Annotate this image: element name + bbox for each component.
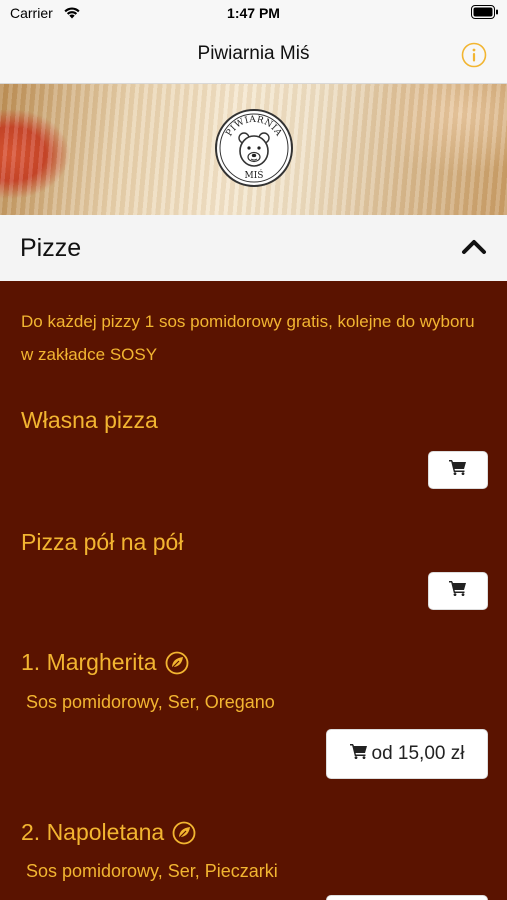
menu-item-title: 2. Napoletana [21,819,196,846]
menu-item-title: Pizza pół na pół [21,529,183,556]
menu-item-title: 1. Margherita [21,649,189,676]
add-to-cart-button[interactable] [326,895,488,900]
cart-icon [349,743,368,765]
page-title: Piwiarnia Miś [197,43,310,64]
menu-item-description: Sos pomidorowy, Ser, Oregano [26,692,275,712]
menu-item-name: Pizza pół na pół [21,529,184,555]
menu-item-name: 2. Napoletana [21,819,165,845]
category-notice: Do każdej pizzy 1 sos pomidorowy gratis,… [21,312,475,364]
vegetarian-leaf-icon [172,821,196,845]
category-header-pizze[interactable]: Pizze [0,215,507,281]
chevron-up-icon[interactable] [461,237,487,262]
header-banner-image: PIWIARNIA MIŚ [0,84,507,215]
menu-item-description: Sos pomidorowy, Ser, Pieczarki [26,861,278,881]
cart-icon [449,580,467,602]
menu-item-title: Własna pizza [21,407,158,434]
restaurant-logo: PIWIARNIA MIŚ [215,109,293,187]
add-to-cart-button[interactable] [428,451,488,489]
menu-item-name: 1. Margherita [21,649,157,675]
add-to-cart-button[interactable]: od 15,00 zł [326,729,488,779]
price-label: od 15,00 zł [371,743,465,764]
menu-item-name: Własna pizza [21,407,158,433]
info-icon[interactable] [461,42,487,68]
add-to-cart-button[interactable] [428,572,488,610]
category-label: Pizze [20,234,82,262]
status-bar: Carrier 1:47 PM [0,0,507,26]
vegetarian-leaf-icon [165,651,189,675]
navigation-bar: Piwiarnia Miś [0,26,507,84]
battery-icon [471,5,499,24]
logo-bottom-text: MIŚ [245,169,264,181]
menu-list: Do każdej pizzy 1 sos pomidorowy gratis,… [0,281,507,900]
cart-icon [449,459,467,481]
clock: 1:47 PM [227,5,280,21]
